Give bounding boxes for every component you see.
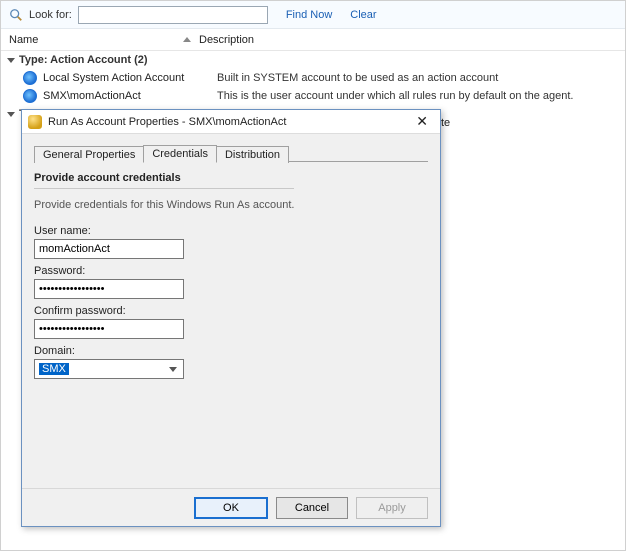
- cancel-button[interactable]: Cancel: [276, 497, 348, 519]
- dialog-title: Run As Account Properties - SMX\momActio…: [48, 116, 410, 128]
- confirm-password-field[interactable]: [34, 319, 184, 339]
- dialog-footer: OK Cancel Apply: [22, 488, 440, 526]
- list-item[interactable]: SMX\momActionAct This is the user accoun…: [1, 87, 625, 105]
- item-name: Local System Action Account: [43, 72, 211, 84]
- properties-dialog: Run As Account Properties - SMX\momActio…: [21, 109, 441, 527]
- look-for-label: Look for:: [29, 9, 72, 21]
- password-label: Password:: [34, 265, 428, 277]
- apply-button: Apply: [356, 497, 428, 519]
- column-header-name-label: Name: [9, 34, 38, 46]
- column-header-description[interactable]: Description: [199, 34, 617, 46]
- section-title: Provide account credentials: [34, 172, 428, 184]
- chevron-down-icon: [169, 367, 177, 372]
- account-settings-icon: [28, 115, 42, 129]
- expander-icon[interactable]: [7, 112, 15, 117]
- dialog-titlebar[interactable]: Run As Account Properties - SMX\momActio…: [22, 110, 440, 134]
- clear-link[interactable]: Clear: [350, 9, 376, 21]
- confirm-password-label: Confirm password:: [34, 305, 428, 317]
- account-icon: [23, 71, 37, 85]
- close-icon[interactable]: ✕: [410, 113, 434, 130]
- tab-strip: General Properties Credentials Distribut…: [34, 142, 428, 162]
- column-header-name[interactable]: Name: [9, 34, 199, 46]
- item-name: SMX\momActionAct: [43, 90, 211, 102]
- column-headers: Name Description: [1, 29, 625, 51]
- group-row-action-account[interactable]: Type: Action Account (2): [1, 51, 625, 69]
- search-icon: [9, 8, 23, 22]
- obscured-text: te: [441, 117, 450, 129]
- search-input[interactable]: [78, 6, 268, 24]
- item-description: This is the user account under which all…: [217, 90, 619, 102]
- username-field[interactable]: [34, 239, 184, 259]
- password-field[interactable]: [34, 279, 184, 299]
- find-now-link[interactable]: Find Now: [286, 9, 332, 21]
- column-header-description-label: Description: [199, 34, 254, 46]
- domain-combobox[interactable]: SMX: [34, 359, 184, 379]
- username-label: User name:: [34, 225, 428, 237]
- domain-label: Domain:: [34, 345, 428, 357]
- domain-selected-value: SMX: [39, 363, 69, 375]
- tab-general-properties[interactable]: General Properties: [34, 146, 144, 163]
- list-item[interactable]: Local System Action Account Built in SYS…: [1, 69, 625, 87]
- dialog-body: General Properties Credentials Distribut…: [22, 134, 440, 488]
- sort-ascending-icon: [183, 37, 191, 42]
- ok-button[interactable]: OK: [194, 497, 268, 519]
- group-label: Type: Action Account (2): [19, 54, 148, 66]
- account-icon: [23, 89, 37, 103]
- item-description: Built in SYSTEM account to be used as an…: [217, 72, 619, 84]
- divider: [34, 188, 294, 189]
- help-text: Provide credentials for this Windows Run…: [34, 199, 428, 211]
- expander-icon[interactable]: [7, 58, 15, 63]
- search-bar: Look for: Find Now Clear: [1, 1, 625, 29]
- tab-credentials[interactable]: Credentials: [143, 145, 217, 163]
- tab-distribution[interactable]: Distribution: [216, 146, 289, 163]
